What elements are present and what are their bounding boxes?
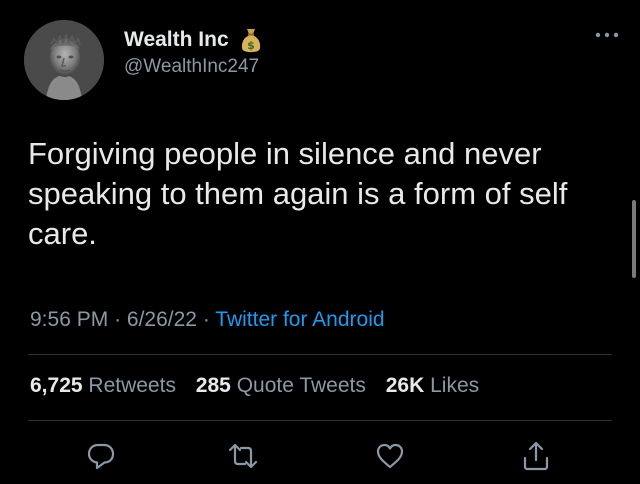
- reply-icon[interactable]: [85, 440, 117, 472]
- bust-portrait-icon: [24, 20, 104, 100]
- quote-tweets-count: 285: [195, 374, 231, 397]
- meta-separator: ·: [202, 308, 210, 331]
- retweets-label: Retweets: [88, 374, 176, 397]
- retweet-icon[interactable]: [227, 440, 259, 472]
- likes-label: Likes: [430, 374, 480, 397]
- moneybag-icon: $: [241, 29, 261, 53]
- avatar[interactable]: [24, 20, 104, 100]
- svg-text:$: $: [247, 39, 255, 52]
- tweet-time[interactable]: 9:56 PM: [30, 308, 108, 331]
- tweet-header: Wealth Inc $ @WealthInc247: [24, 20, 620, 100]
- like-icon[interactable]: [374, 440, 406, 472]
- tweet-text: Forgiving people in silence and never sp…: [28, 136, 568, 251]
- divider: [28, 420, 612, 421]
- meta-separator: ·: [114, 308, 122, 331]
- author-block: Wealth Inc $ @WealthInc247: [124, 26, 263, 78]
- tweet-meta: 9:56 PM · 6/26/22 · Twitter for Android: [30, 308, 385, 332]
- retweets-count: 6,725: [30, 374, 83, 397]
- share-icon[interactable]: [520, 440, 552, 472]
- tweet-stats: 6,725 Retweets 285 Quote Tweets 26K Like…: [30, 374, 493, 398]
- scrollbar[interactable]: [632, 200, 636, 278]
- likes-count: 26K: [385, 374, 425, 397]
- quote-tweets-stat[interactable]: 285 Quote Tweets: [196, 374, 366, 397]
- likes-stat[interactable]: 26K Likes: [386, 374, 479, 397]
- tweet-source[interactable]: Twitter for Android: [215, 308, 384, 331]
- quote-tweets-label: Quote Tweets: [236, 374, 366, 397]
- display-name[interactable]: Wealth Inc: [124, 28, 229, 52]
- retweets-stat[interactable]: 6,725 Retweets: [30, 374, 176, 397]
- more-options-icon[interactable]: [594, 30, 620, 40]
- divider: [28, 354, 612, 355]
- tweet-date[interactable]: 6/26/22: [127, 308, 197, 331]
- handle[interactable]: @WealthInc247: [124, 56, 263, 78]
- tweet-actions: [0, 436, 640, 476]
